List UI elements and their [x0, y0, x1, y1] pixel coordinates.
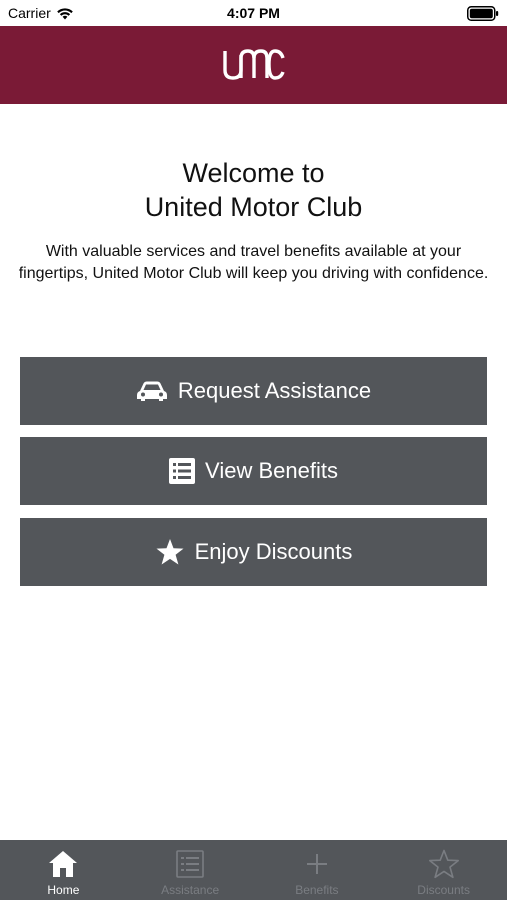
intro-text: With valuable services and travel benefi…: [18, 243, 489, 282]
status-bar: Carrier 4:07 PM: [0, 0, 507, 26]
tab-discounts[interactable]: Discounts: [380, 840, 507, 900]
tab-home[interactable]: Home: [0, 840, 127, 900]
welcome-title: Welcome to United Motor Club: [0, 156, 507, 224]
plus-icon: [305, 848, 329, 880]
view-benefits-label: View Benefits: [205, 458, 338, 483]
star-outline-icon: [428, 848, 460, 880]
tab-benefits-label: Benefits: [295, 883, 339, 897]
list-icon: [176, 848, 204, 880]
app-header: [0, 26, 507, 104]
tab-bar: Home Assistance Benefits Discounts: [0, 840, 507, 900]
request-assistance-label: Request Assistance: [177, 378, 372, 403]
star-icon: [155, 538, 185, 566]
tab-assistance[interactable]: Assistance: [127, 840, 254, 900]
list-icon: [169, 458, 196, 484]
welcome-line-1: Welcome to: [182, 158, 325, 188]
enjoy-discounts-label: Enjoy Discounts: [194, 539, 353, 564]
tab-assistance-label: Assistance: [161, 883, 220, 897]
umc-logo: [222, 49, 285, 80]
enjoy-discounts-button[interactable]: Enjoy Discounts: [20, 518, 487, 586]
battery-icon: [467, 6, 499, 21]
view-benefits-button[interactable]: View Benefits: [20, 437, 487, 505]
status-time: 4:07 PM: [227, 5, 280, 21]
home-icon: [48, 848, 78, 880]
tab-benefits[interactable]: Benefits: [254, 840, 381, 900]
request-assistance-button[interactable]: Request Assistance: [20, 357, 487, 425]
tab-discounts-label: Discounts: [417, 883, 470, 897]
tab-home-label: Home: [47, 883, 80, 897]
welcome-line-2: United Motor Club: [144, 192, 363, 222]
car-icon: [136, 380, 168, 402]
